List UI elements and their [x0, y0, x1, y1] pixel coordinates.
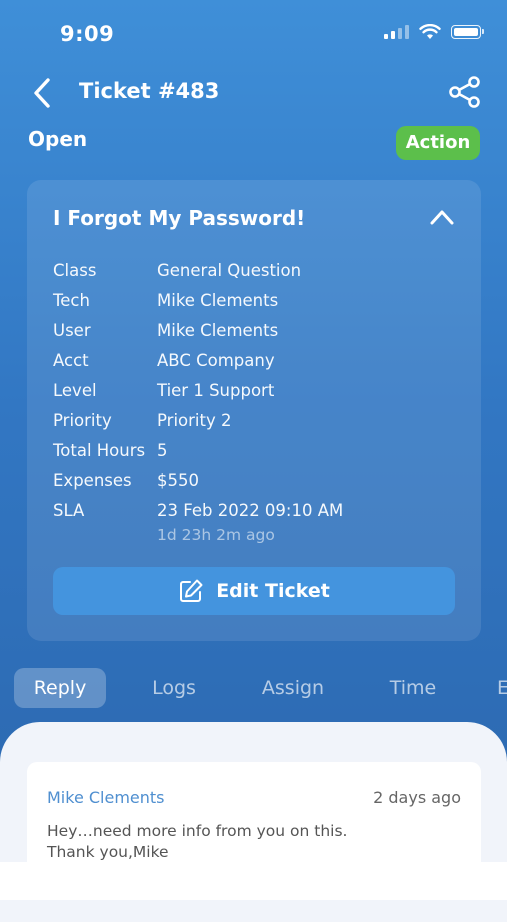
tab-bar: Reply Logs Assign Time E [0, 668, 507, 708]
cellular-signal-icon [384, 25, 409, 39]
status-icons [384, 24, 484, 40]
status-bar: 9:09 [0, 0, 507, 60]
page-title: Ticket #483 [79, 79, 220, 103]
field-row-expenses: Expenses $550 [53, 466, 343, 496]
edit-icon [180, 579, 203, 602]
share-icon[interactable] [447, 74, 483, 110]
message-time: 2 days ago [373, 788, 461, 807]
sla-relative-time: 1d 23h 2m ago [157, 526, 275, 544]
tab-time[interactable]: Time [376, 668, 450, 708]
field-row-sla: SLA 23 Feb 2022 09:10 AM [53, 496, 343, 526]
field-row-tech: Tech Mike Clements [53, 286, 343, 316]
field-label: Level [53, 381, 97, 400]
field-row-class: Class General Question [53, 256, 343, 286]
edit-ticket-label: Edit Ticket [216, 580, 330, 602]
battery-icon [451, 25, 484, 39]
status-time: 9:09 [60, 22, 115, 46]
field-row-total-hours: Total Hours 5 [53, 436, 343, 466]
field-row-level: Level Tier 1 Support [53, 376, 343, 406]
field-label: Expenses [53, 471, 132, 490]
field-value: Mike Clements [157, 321, 279, 340]
tab-expenses[interactable]: E [497, 668, 507, 708]
field-row-user: User Mike Clements [53, 316, 343, 346]
field-value: Tier 1 Support [157, 381, 275, 400]
back-arrow-icon[interactable] [28, 76, 58, 110]
field-value: $550 [157, 471, 199, 490]
field-label: Priority [53, 411, 112, 430]
field-value: Priority 2 [157, 411, 232, 430]
tab-assign[interactable]: Assign [250, 668, 336, 708]
field-value: ABC Company [157, 351, 275, 370]
field-row-priority: Priority Priority 2 [53, 406, 343, 436]
tab-logs[interactable]: Logs [136, 668, 212, 708]
field-label: Total Hours [53, 441, 146, 460]
field-label: Tech [53, 291, 90, 310]
field-label: Acct [53, 351, 89, 370]
nav-bar: Ticket #483 [0, 70, 507, 114]
field-label: SLA [53, 501, 85, 520]
field-label: User [53, 321, 91, 340]
message-author: Mike Clements [47, 788, 165, 807]
ticket-details-card: I Forgot My Password! Class General Ques… [27, 180, 481, 641]
ticket-title: I Forgot My Password! [53, 206, 306, 230]
message-body: Hey…need more info from you on this. Tha… [47, 822, 348, 861]
field-label: Class [53, 261, 97, 280]
tab-reply[interactable]: Reply [14, 668, 106, 708]
field-value: 5 [157, 441, 168, 460]
field-row-acct: Acct ABC Company [53, 346, 343, 376]
action-button[interactable]: Action [396, 126, 480, 160]
ticket-fields: Class General Question Tech Mike Clement… [53, 256, 343, 526]
ticket-status: Open [28, 127, 88, 151]
field-value: 23 Feb 2022 09:10 AM [157, 501, 344, 520]
chevron-up-icon[interactable] [429, 208, 455, 226]
bottom-strip [0, 862, 507, 900]
edit-ticket-button[interactable]: Edit Ticket [53, 567, 455, 615]
field-value: General Question [157, 261, 302, 280]
wifi-icon [419, 24, 441, 39]
field-value: Mike Clements [157, 291, 279, 310]
